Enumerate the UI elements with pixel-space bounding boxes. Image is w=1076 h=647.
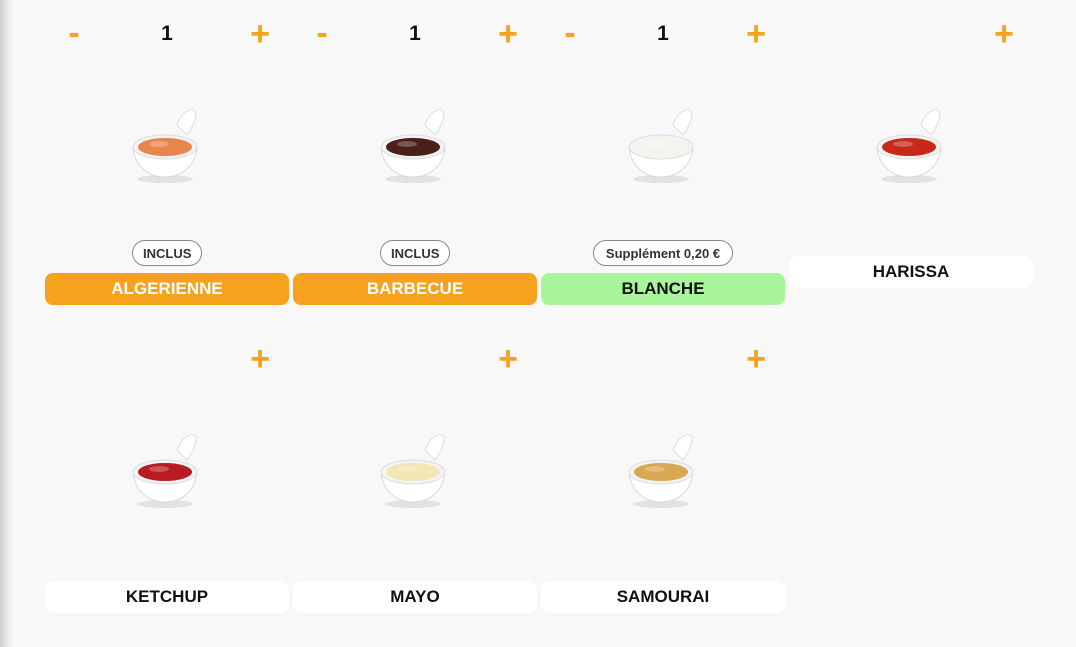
quantity-value: 1 — [657, 22, 669, 45]
sauce-card-harissa: + HARISSA — [789, 0, 1033, 320]
sauce-select-button[interactable]: SAMOURAI — [541, 581, 785, 613]
quantity-stepper: - 1 + — [45, 16, 289, 56]
sauce-select-button[interactable]: MAYO — [293, 581, 537, 613]
sauce-name: SAMOURAI — [616, 587, 710, 606]
increase-quantity-button[interactable]: + — [741, 341, 771, 377]
sauce-name: MAYO — [390, 587, 440, 606]
quantity-value: 1 — [409, 22, 421, 45]
increase-quantity-button[interactable]: + — [245, 16, 275, 52]
decrease-quantity-button[interactable]: - — [307, 16, 337, 52]
sauce-bowl-image — [628, 109, 694, 183]
sauce-card-samourai: + SAMOURAI — [541, 325, 785, 645]
quantity-stepper: - 1 + — [293, 16, 537, 56]
increase-quantity-button[interactable]: + — [493, 341, 523, 377]
sauce-bowl-image — [132, 109, 198, 183]
quantity-stepper: + — [541, 341, 785, 381]
decrease-quantity-button[interactable]: - — [555, 16, 585, 52]
sauce-bowl-image — [628, 434, 694, 508]
sauce-select-button[interactable]: BARBECUE — [293, 273, 537, 305]
sauce-card-blanche: - 1 + Supplément 0,20 € BLANCHE — [541, 0, 785, 320]
price-badge: INCLUS — [380, 240, 450, 266]
increase-quantity-button[interactable]: + — [245, 341, 275, 377]
sauce-card-mayo: + MAYO — [293, 325, 537, 645]
sauce-select-button[interactable]: KETCHUP — [45, 581, 289, 613]
price-badge: INCLUS — [132, 240, 202, 266]
sauce-select-button[interactable]: HARISSA — [789, 256, 1033, 288]
sauce-bowl-image — [132, 434, 198, 508]
increase-quantity-button[interactable]: + — [989, 16, 1019, 52]
decrease-quantity-button[interactable]: - — [59, 16, 89, 52]
sauce-select-button[interactable]: BLANCHE — [541, 273, 785, 305]
sauce-bowl-image — [876, 109, 942, 183]
quantity-stepper: + — [45, 341, 289, 381]
quantity-value: 1 — [161, 22, 173, 45]
sauce-card-barbecue: - 1 + INCLUS BARBECUE — [293, 0, 537, 320]
sauce-bowl-image — [380, 434, 446, 508]
quantity-stepper: + — [789, 16, 1033, 56]
sauce-name: KETCHUP — [125, 587, 209, 606]
increase-quantity-button[interactable]: + — [741, 16, 771, 52]
sauce-card-ketchup: + KETCHUP — [45, 325, 289, 645]
increase-quantity-button[interactable]: + — [493, 16, 523, 52]
supplement-price-badge: Supplément 0,20 € — [593, 240, 733, 266]
sauce-select-button[interactable]: ALGERIENNE — [45, 273, 289, 305]
quantity-stepper: + — [293, 341, 537, 381]
sauce-card-algerienne: - 1 + INCLUS ALGERIENNE — [45, 0, 289, 320]
left-edge-shadow — [0, 0, 14, 647]
quantity-stepper: - 1 + — [541, 16, 785, 56]
sauce-bowl-image — [380, 109, 446, 183]
sauce-name: HARISSA — [872, 262, 950, 281]
